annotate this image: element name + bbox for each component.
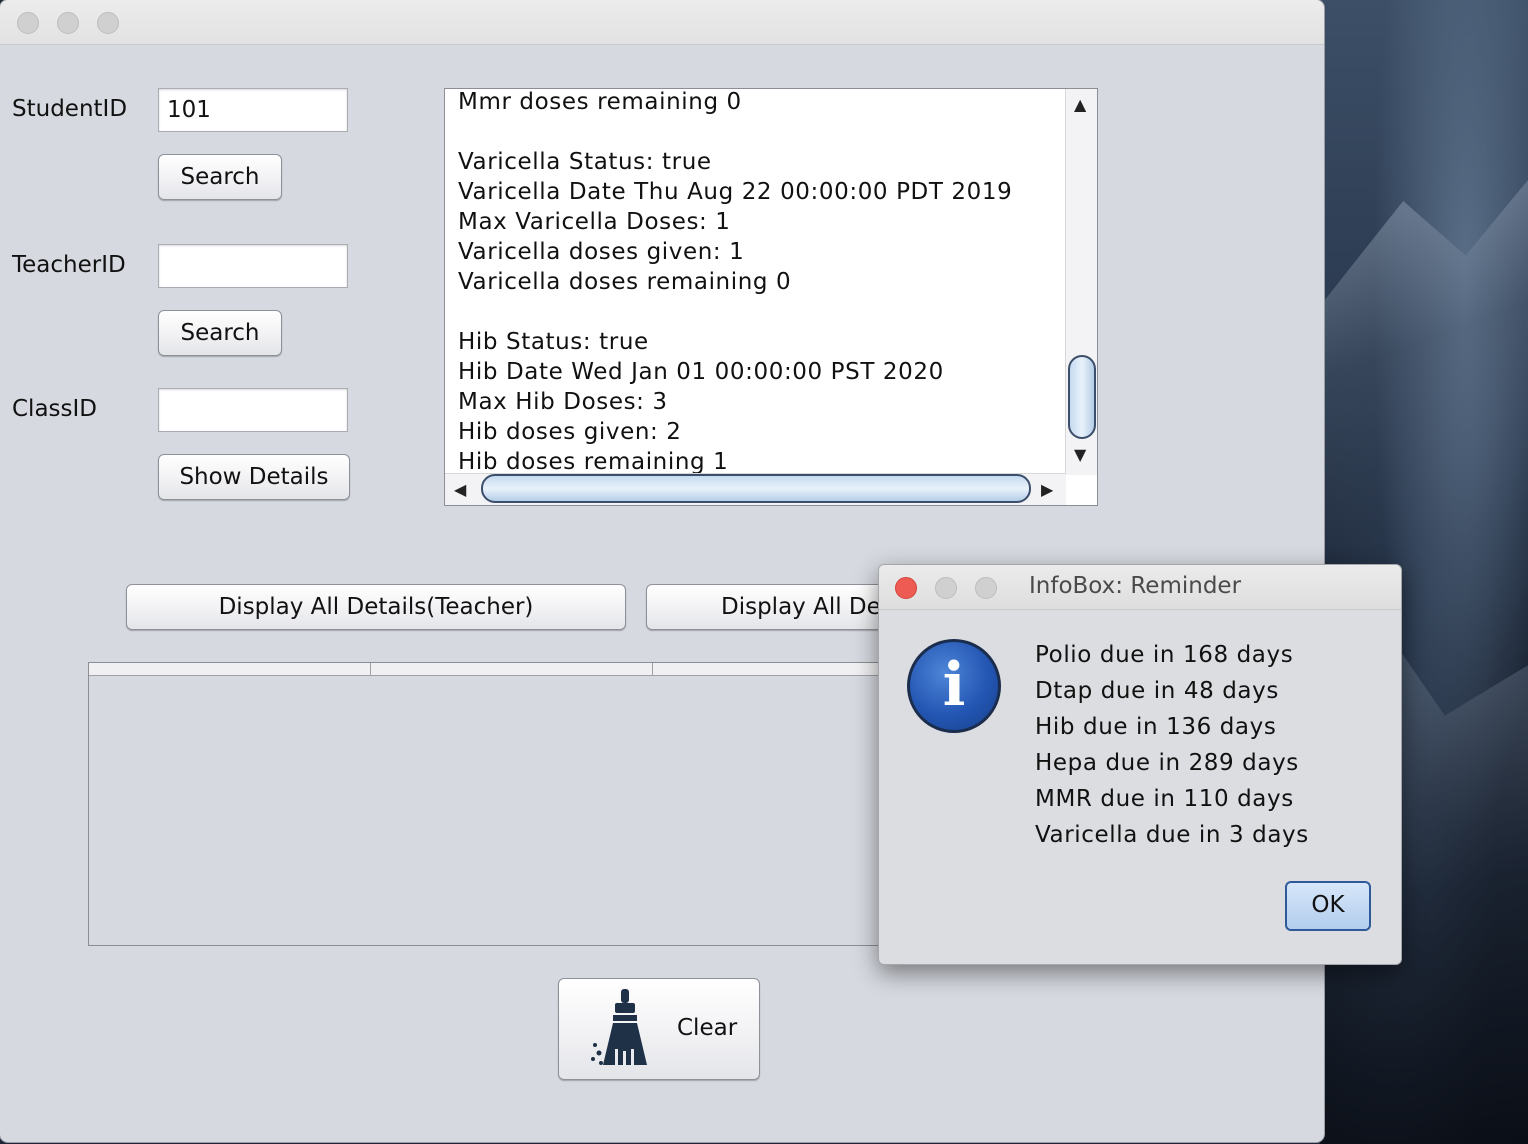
dialog-titlebar: InfoBox: Reminder [879, 565, 1401, 610]
student-id-field[interactable]: 101 [158, 88, 348, 132]
info-icon: i [907, 639, 1001, 733]
window-titlebar [0, 0, 1324, 45]
scroll-right-icon[interactable]: ▶ [1041, 480, 1053, 499]
details-table[interactable] [88, 662, 888, 946]
dialog-minimize-icon [935, 577, 957, 599]
reminder-message: Dtap due in 48 days [1035, 678, 1279, 704]
student-id-label: StudentID [12, 96, 128, 122]
reminder-message: Hib due in 136 days [1035, 714, 1277, 740]
scroll-up-icon[interactable]: ▲ [1074, 95, 1086, 114]
vertical-scroll-thumb[interactable] [1068, 355, 1096, 439]
dialog-close-icon[interactable] [895, 577, 917, 599]
close-icon[interactable] [17, 12, 39, 34]
teacher-id-field[interactable] [158, 244, 348, 288]
class-id-label: ClassID [12, 396, 98, 422]
reminder-dialog: InfoBox: Reminder i Polio due in 168 day… [878, 564, 1402, 965]
student-search-button[interactable]: Search [158, 154, 282, 200]
teacher-search-button[interactable]: Search [158, 310, 282, 356]
horizontal-scrollbar[interactable]: ◀ ▶ [445, 473, 1066, 505]
ok-button[interactable]: OK [1285, 881, 1371, 931]
minimize-icon[interactable] [57, 12, 79, 34]
details-text-area[interactable]: Mmr doses remaining 0 Varicella Status: … [444, 88, 1098, 506]
clear-button[interactable]: Clear [558, 978, 760, 1080]
reminder-message: MMR due in 110 days [1035, 786, 1294, 812]
clear-button-label: Clear [677, 1015, 738, 1041]
vertical-scrollbar[interactable]: ▲ ▼ [1065, 89, 1097, 475]
reminder-message: Varicella due in 3 days [1035, 822, 1309, 848]
display-teacher-details-button[interactable]: Display All Details(Teacher) [126, 584, 626, 630]
show-details-button[interactable]: Show Details [158, 454, 350, 500]
zoom-icon[interactable] [97, 12, 119, 34]
reminder-message: Polio due in 168 days [1035, 642, 1294, 668]
broom-icon [591, 989, 647, 1065]
table-header [89, 663, 887, 676]
reminder-message: Hepa due in 289 days [1035, 750, 1299, 776]
column-divider[interactable] [652, 663, 653, 675]
horizontal-scroll-thumb[interactable] [481, 474, 1031, 503]
column-divider[interactable] [370, 663, 371, 675]
teacher-id-label: TeacherID [12, 252, 126, 278]
details-text: Mmr doses remaining 0 Varicella Status: … [458, 89, 1013, 475]
scroll-down-icon[interactable]: ▼ [1074, 445, 1086, 464]
dialog-title: InfoBox: Reminder [1029, 573, 1242, 599]
reminder-messages: Polio due in 168 days Dtap due in 48 day… [1035, 637, 1309, 853]
scroll-left-icon[interactable]: ◀ [454, 480, 466, 499]
dialog-zoom-icon [975, 577, 997, 599]
class-id-field[interactable] [158, 388, 348, 432]
